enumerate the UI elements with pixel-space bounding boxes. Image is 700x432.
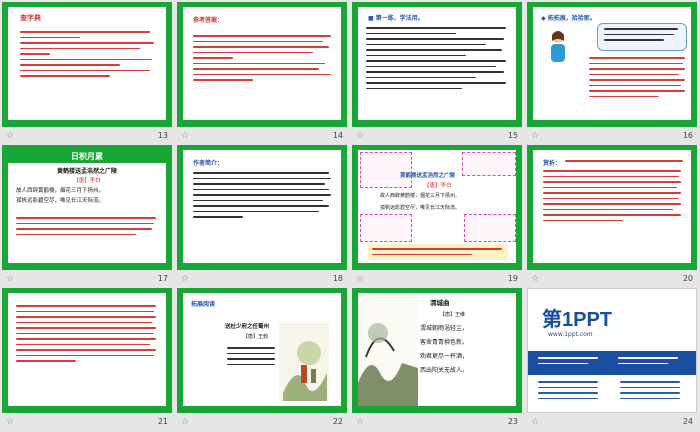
poem-author: 【唐】李白 — [424, 183, 452, 189]
slide-number: 24 — [682, 417, 693, 426]
slide-number: 20 — [682, 274, 693, 283]
note-box — [368, 244, 508, 260]
annotation-box — [360, 152, 412, 188]
slide-thumbnail-14[interactable]: 参考答案： ☆ 14 — [177, 2, 347, 143]
slide-title: 拓展阅读 — [191, 301, 216, 308]
slide-title: ■ 第一练、学法用。 — [368, 15, 424, 22]
poem-author: 【唐】王维 — [440, 312, 466, 318]
teacher-avatar-icon — [547, 29, 569, 65]
poem-line-1: 故人西辞黄鹤楼，烟花三月下扬州。 — [16, 188, 105, 194]
slide-number: 21 — [157, 417, 168, 426]
slide-title: 参考答案： — [193, 17, 224, 24]
poem-line-1: 故人西辞黄鹤楼，烟花三月下扬州。 — [380, 193, 461, 199]
slide-body-text — [16, 215, 156, 237]
slide-title: 赏析： — [543, 160, 562, 167]
star-icon: ☆ — [181, 130, 190, 141]
annotation-box — [462, 152, 516, 176]
footer-links — [538, 379, 598, 401]
slide-number: 17 — [157, 274, 168, 283]
poem-title: 黄鹤楼送孟浩然之广陵 — [400, 173, 456, 179]
ink-painting-image — [358, 293, 418, 406]
poem-line-2: 孤帆远影碧空尽，唯见长江天际流。 — [16, 198, 105, 204]
slide-thumbnail-13[interactable]: 查字典 ☆ 13 — [2, 2, 172, 143]
star-icon: ☆ — [356, 416, 365, 427]
star-icon: ☆ — [531, 130, 540, 141]
poem-line-4: 西出阳关无故人。 — [420, 367, 469, 374]
slide-body-text — [543, 168, 683, 223]
poem-line-2: 孤帆远影碧空尽，唯见长江天际流。 — [380, 205, 461, 211]
ink-painting-image — [279, 323, 329, 401]
slide-body-text — [193, 170, 333, 220]
star-icon: ☆ — [6, 416, 15, 427]
slide-body-text — [16, 303, 160, 364]
logo-url: www.1ppt.com — [548, 331, 593, 338]
slide-body-text — [565, 158, 685, 164]
slide-preview[interactable]: 参考答案： — [177, 2, 347, 127]
slide-number: 18 — [332, 274, 343, 283]
slide-preview[interactable] — [2, 288, 172, 413]
star-icon: ☆ — [181, 416, 190, 427]
star-icon: ☆ — [6, 130, 15, 141]
slide-thumbnail-21[interactable]: ☆ 21 — [2, 288, 172, 429]
star-icon: ☆ — [531, 273, 540, 284]
slide-number: 14 — [332, 131, 343, 140]
slide-thumbnail-16[interactable]: ◆ 拓拓展，拾拾家。 ☆ 16 — [527, 2, 697, 143]
slide-preview[interactable]: 渭城曲 【唐】王维 渭城朝雨浥轻尘， 客舍青青柳色新。 劝君更尽一杯酒， 西出阳… — [352, 288, 522, 413]
annotation-box — [360, 214, 412, 242]
poem-author: 【唐】李白 — [73, 178, 101, 184]
slide-number: 15 — [507, 131, 518, 140]
slide-preview[interactable]: ◆ 拓拓展，拾拾家。 — [527, 2, 697, 127]
slide-preview[interactable]: 黄鹤楼送孟浩然之广陵 【唐】李白 故人西辞黄鹤楼，烟花三月下扬州。 孤帆远影碧空… — [352, 145, 522, 270]
slide-preview[interactable]: 赏析： — [527, 145, 697, 270]
speech-bubble — [597, 23, 687, 51]
slide-number: 22 — [332, 417, 343, 426]
slide-body-text — [20, 29, 158, 79]
star-icon: ☆ — [531, 416, 540, 427]
slide-thumbnail-22[interactable]: 拓展阅读 送杜少府之任蜀州 【唐】王勃 ☆ 22 — [177, 288, 347, 429]
slide-preview[interactable]: 作者简介： — [177, 145, 347, 270]
slide-title: 日积月累 — [71, 152, 103, 161]
footer-links — [620, 379, 680, 401]
star-icon: ☆ — [356, 273, 365, 284]
poem-body — [227, 345, 275, 367]
poem-title: 送杜少府之任蜀州 — [225, 324, 270, 330]
poem-title: 渭城曲 — [430, 299, 450, 307]
slide-thumbnail-15[interactable]: ■ 第一练、学法用。 ☆ 15 — [352, 2, 522, 143]
star-icon: ☆ — [6, 273, 15, 284]
slide-title: ◆ 拓拓展，拾拾家。 — [541, 15, 596, 22]
slide-preview[interactable]: 查字典 — [2, 2, 172, 127]
poem-line-1: 渭城朝雨浥轻尘， — [420, 325, 469, 332]
star-icon: ☆ — [181, 273, 190, 284]
slide-title: 作者简介： — [193, 160, 224, 167]
info-banner — [528, 351, 696, 375]
slide-number: 23 — [507, 417, 518, 426]
slide-number: 16 — [682, 131, 693, 140]
1ppt-logo: 第1PPT — [542, 309, 613, 331]
slide-sorter-grid: 查字典 ☆ 13 参考答案： ☆ 14 ■ 第一练、学法用。 ☆ 15 ◆ 拓拓… — [2, 2, 698, 430]
slide-thumbnail-23[interactable]: 渭城曲 【唐】王维 渭城朝雨浥轻尘， 客舍青青柳色新。 劝君更尽一杯酒， 西出阳… — [352, 288, 522, 429]
annotation-box — [464, 214, 516, 242]
poem-line-3: 劝君更尽一杯酒， — [420, 353, 469, 360]
slide-thumbnail-18[interactable]: 作者简介： ☆ 18 — [177, 145, 347, 286]
slide-preview[interactable]: 日积月累 黄鹤楼送孟浩然之广陵 【唐】李白 故人西辞黄鹤楼，烟花三月下扬州。 孤… — [2, 145, 172, 270]
slide-preview[interactable]: 第1PPT www.1ppt.com — [527, 288, 697, 413]
slide-title: 查字典 — [20, 14, 41, 22]
slide-thumbnail-17[interactable]: 日积月累 黄鹤楼送孟浩然之广陵 【唐】李白 故人西辞黄鹤楼，烟花三月下扬州。 孤… — [2, 145, 172, 286]
star-icon: ☆ — [356, 130, 365, 141]
slide-number: 13 — [157, 131, 168, 140]
slide-preview[interactable]: ■ 第一练、学法用。 — [352, 2, 522, 127]
slide-number: 19 — [507, 274, 518, 283]
poem-author: 【唐】王勃 — [243, 334, 269, 340]
slide-thumbnail-20[interactable]: 赏析： ☆ 20 — [527, 145, 697, 286]
slide-thumbnail-24[interactable]: 第1PPT www.1ppt.com ☆ 24 — [527, 288, 697, 429]
poem-line-2: 客舍青青柳色新。 — [420, 339, 469, 346]
slide-body-text — [589, 55, 687, 99]
poem-title: 黄鹤楼送孟浩然之广陵 — [56, 168, 117, 175]
slide-thumbnail-19[interactable]: 黄鹤楼送孟浩然之广陵 【唐】李白 故人西辞黄鹤楼，烟花三月下扬州。 孤帆远影碧空… — [352, 145, 522, 286]
slide-preview[interactable]: 拓展阅读 送杜少府之任蜀州 【唐】王勃 — [177, 288, 347, 413]
slide-body-text — [366, 25, 510, 91]
slide-body-text — [193, 33, 333, 83]
